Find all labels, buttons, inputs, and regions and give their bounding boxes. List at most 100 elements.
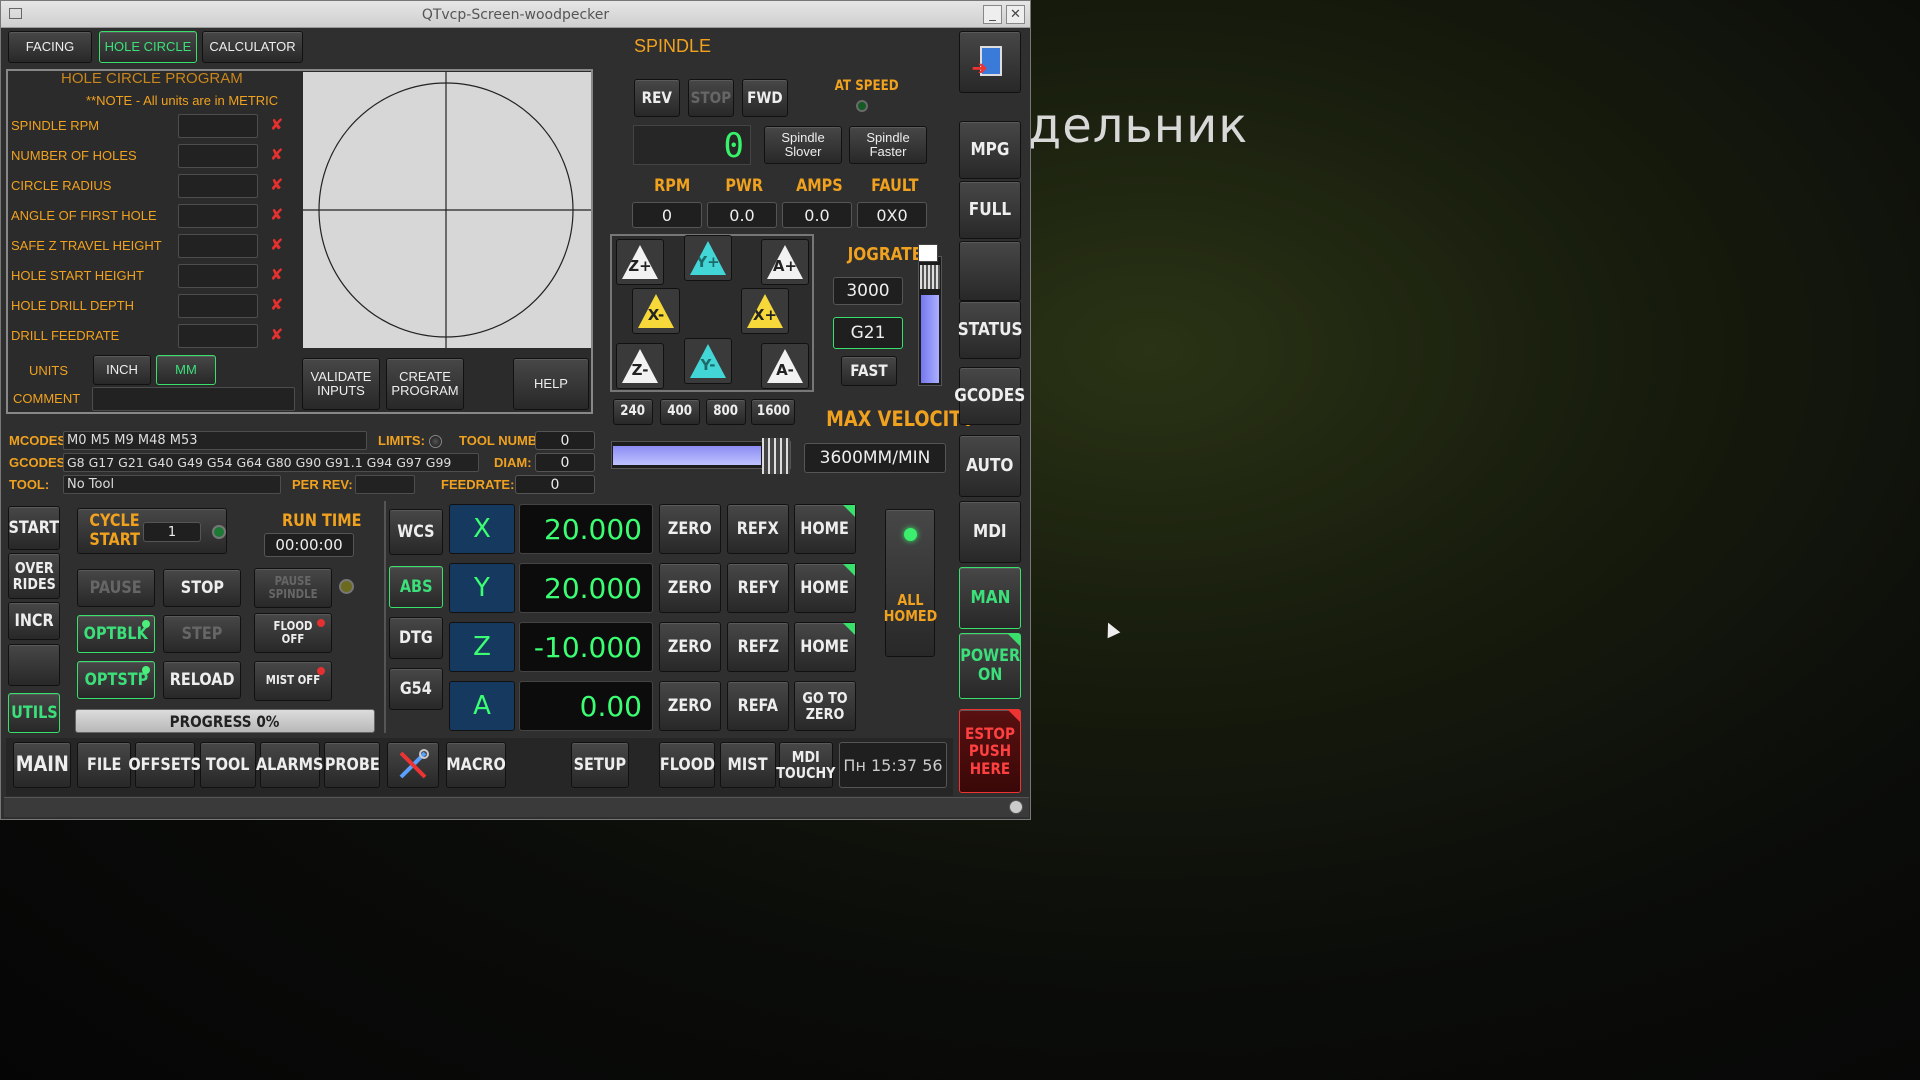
cycle-start-count[interactable]: 1 [143,522,201,542]
jograte-slider-handle[interactable] [920,265,940,289]
jog-a-plus-button[interactable]: A+ [761,239,809,285]
jog-z-plus-button[interactable]: Z+ [616,239,664,285]
spindle-rev-button[interactable]: REV [634,79,680,117]
home-x-button[interactable]: HOME [794,504,856,554]
jog-a-minus-button[interactable]: A- [761,343,809,389]
gcodes-button[interactable]: GCODES [955,367,1025,425]
spindle-faster-button[interactable]: Spindle Faster [849,126,927,164]
jog-y-plus-button[interactable]: Y+ [684,235,732,281]
ref-x-button[interactable]: REFX [727,504,789,554]
param-input[interactable] [178,174,258,198]
stop-button[interactable]: STOP [163,569,241,607]
incr-button[interactable]: INCR [8,602,60,640]
flood-button[interactable]: FLOOD [659,742,715,788]
flood-off-button[interactable]: FLOOD OFF [254,613,332,653]
full-button[interactable]: FULL [959,181,1021,239]
ref-y-button[interactable]: REFY [727,563,789,613]
pause-spindle-text: PAUSE SPINDLE [268,573,318,601]
max-velocity-slider[interactable] [611,438,791,474]
param-input[interactable] [178,144,258,168]
home-a-button[interactable]: GO TO ZERO [794,681,856,731]
dtg-button[interactable]: DTG [389,617,443,659]
overrides-button[interactable]: OVER RIDES [8,553,60,599]
jograte-slider[interactable] [918,256,942,386]
home-z-button[interactable]: HOME [794,622,856,672]
optstp-led [142,666,150,674]
mdi-touchy-button[interactable]: MDI TOUCHY [776,742,836,788]
inch-button[interactable]: INCH [93,355,151,385]
tab-hole-circle[interactable]: HOLE CIRCLE [99,31,197,63]
jog-x-minus-button[interactable]: X- [632,288,680,334]
jog-z-minus-button[interactable]: Z- [616,343,664,389]
g54-button[interactable]: G54 [389,668,443,710]
bottom-tab-offsets[interactable]: OFFSETS [129,742,201,788]
jog-preset-button[interactable]: 1600 [751,399,795,425]
g21-button[interactable]: G21 [833,317,903,349]
mpg-button[interactable]: MPG [959,121,1021,179]
power-button[interactable]: POWER ON [959,633,1021,699]
optblk-button[interactable]: OPTBLK [77,615,155,653]
help-button[interactable]: HELP [513,358,589,410]
macro-button[interactable]: MACRO [446,742,506,788]
exit-button[interactable]: ➔ [959,31,1021,93]
step-button[interactable]: STEP [163,615,241,653]
zero-z-button[interactable]: ZERO [659,622,721,672]
spindle-stop-button[interactable]: STOP [688,79,734,117]
param-input[interactable] [178,294,258,318]
tab-facing[interactable]: FACING [8,31,92,63]
zero-a-button[interactable]: ZERO [659,681,721,731]
comment-input[interactable] [92,387,295,411]
mist-off-button[interactable]: MIST OFF [254,661,332,701]
ref-a-button[interactable]: REFA [727,681,789,731]
jog-x-plus-button[interactable]: X+ [741,288,789,334]
param-input[interactable] [178,234,258,258]
abs-button[interactable]: ABS [389,566,443,608]
jograte-checkbox[interactable] [918,244,938,262]
spindle-slower-button[interactable]: Spindle Slover [764,126,842,164]
bottom-tab-tool[interactable]: TOOL [200,742,256,788]
pause-button[interactable]: PAUSE [77,569,155,607]
zero-y-button[interactable]: ZERO [659,563,721,613]
mist-button[interactable]: MIST [720,742,776,788]
max-velocity-handle[interactable] [762,438,790,474]
mm-button[interactable]: MM [156,355,216,385]
tab-calculator[interactable]: CALCULATOR [202,31,303,63]
zero-x-button[interactable]: ZERO [659,504,721,554]
bottom-tab-alarms[interactable]: ALARMS [256,742,324,788]
jog-preset-button[interactable]: 800 [706,399,746,425]
close-button[interactable]: ✕ [1006,5,1025,24]
pause-spindle-button[interactable]: PAUSE SPINDLE [254,568,332,608]
wcs-button[interactable]: WCS [389,509,443,555]
auto-button[interactable]: AUTO [959,435,1021,497]
mdi-button[interactable]: MDI [959,501,1021,563]
param-input[interactable] [178,324,258,348]
bottom-tab-main[interactable]: MAIN [13,742,71,788]
create-program-button[interactable]: CREATE PROGRAM [386,358,464,410]
bottom-tab-probe[interactable]: PROBE [324,742,380,788]
home-y-button[interactable]: HOME [794,563,856,613]
ref-text: REFA [737,695,779,716]
fast-button[interactable]: FAST [841,356,897,386]
jog-preset-button[interactable]: 240 [613,399,653,425]
start-button[interactable]: START [8,506,60,550]
bottom-tab-file[interactable]: FILE [77,742,131,788]
setup-button[interactable]: SETUP [571,742,629,788]
utils-button[interactable]: UTILS [8,693,60,733]
param-input[interactable] [178,264,258,288]
jog-preset-button[interactable]: 400 [660,399,700,425]
estop-button[interactable]: ESTOP PUSH HERE [959,709,1021,793]
reload-button[interactable]: RELOAD [163,661,241,699]
validate-inputs-button[interactable]: VALIDATE INPUTS [302,358,380,410]
man-button[interactable]: MAN [959,567,1021,629]
optstp-button[interactable]: OPTSTP [77,661,155,699]
status-button[interactable]: STATUS [958,301,1022,359]
ref-z-button[interactable]: REFZ [727,622,789,672]
spindle-fwd-button[interactable]: FWD [742,79,788,117]
side-blank-button[interactable] [959,241,1021,301]
minimize-button[interactable]: _ [983,5,1002,24]
tools-icon-button[interactable] [387,742,439,788]
param-input[interactable] [178,114,258,138]
jog-y-minus-button[interactable]: Y- [684,338,732,384]
param-input[interactable] [178,204,258,228]
blank-button[interactable] [8,644,60,686]
